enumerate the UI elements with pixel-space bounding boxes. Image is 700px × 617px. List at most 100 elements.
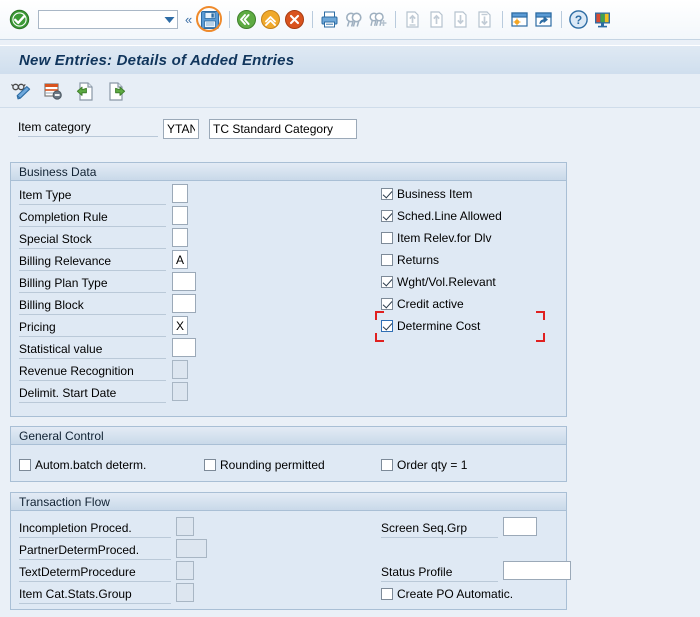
checkbox-box[interactable] xyxy=(381,210,393,222)
print-icon[interactable] xyxy=(319,9,341,31)
checkbox-autom-batch-determ[interactable]: Autom.batch determ. xyxy=(19,458,146,472)
item-category-text-field[interactable] xyxy=(209,119,357,139)
help-icon[interactable]: ? xyxy=(568,9,590,31)
incompletion-proced-field[interactable] xyxy=(176,517,194,536)
checkbox-box[interactable] xyxy=(381,588,393,600)
checkbox-label: Returns xyxy=(397,253,439,267)
last-page-icon[interactable] xyxy=(474,9,496,31)
special-stock-field[interactable] xyxy=(172,228,188,247)
item-category-label: Item category xyxy=(18,120,158,137)
general-control-title: General Control xyxy=(11,427,566,445)
field-label-status-profile: Status Profile xyxy=(381,565,498,582)
display-change-icon[interactable] xyxy=(10,80,32,102)
business-data-group: Business Data Item Type Completion Rule … xyxy=(10,162,567,417)
checkbox-returns[interactable]: Returns xyxy=(381,253,439,267)
checkbox-label: Credit active xyxy=(397,297,464,311)
statistical-value-field[interactable] xyxy=(172,338,196,357)
pricing-field[interactable] xyxy=(172,316,188,335)
partner-determ-proced-field[interactable] xyxy=(176,539,207,558)
field-label-incompletion-proced: Incompletion Proced. xyxy=(19,521,171,538)
field-label-pricing: Pricing xyxy=(19,320,166,337)
checkbox-label: Autom.batch determ. xyxy=(35,458,146,472)
command-field[interactable] xyxy=(38,10,178,29)
checkbox-box[interactable] xyxy=(19,459,31,471)
green-check-icon[interactable] xyxy=(9,9,30,30)
checkbox-box[interactable] xyxy=(204,459,216,471)
checkbox-box[interactable] xyxy=(381,232,393,244)
checkbox-box[interactable] xyxy=(381,254,393,266)
field-label-billing-relevance: Billing Relevance xyxy=(19,254,166,271)
first-page-icon[interactable] xyxy=(402,9,424,31)
checkbox-box[interactable] xyxy=(381,459,393,471)
page-title: New Entries: Details of Added Entries xyxy=(19,52,294,69)
field-label-text-determ-procedure: TextDetermProcedure xyxy=(19,565,171,582)
checkbox-item-relev-for-dlv[interactable]: Item Relev.for Dlv xyxy=(381,231,491,245)
previous-entry-icon[interactable] xyxy=(74,80,96,102)
billing-relevance-field[interactable] xyxy=(172,250,188,269)
screen-seq-grp-field[interactable] xyxy=(503,517,537,536)
previous-page-icon[interactable] xyxy=(426,9,448,31)
next-page-icon[interactable] xyxy=(450,9,472,31)
exit-icon[interactable] xyxy=(260,9,282,31)
checkbox-box[interactable] xyxy=(381,298,393,310)
checkbox-box[interactable] xyxy=(381,320,393,332)
toolbar-separator xyxy=(312,11,313,28)
application-toolbar xyxy=(0,74,700,108)
checkbox-label: Rounding permitted xyxy=(220,458,325,472)
billing-block-field[interactable] xyxy=(172,294,196,313)
status-profile-field[interactable] xyxy=(503,561,571,580)
transaction-flow-title: Transaction Flow xyxy=(11,493,566,511)
completion-rule-field[interactable] xyxy=(172,206,188,225)
checkbox-wght-vol-relevant[interactable]: Wght/Vol.Relevant xyxy=(381,275,496,289)
find-icon[interactable] xyxy=(343,9,365,31)
field-label-completion-rule: Completion Rule xyxy=(19,210,166,227)
find-next-icon[interactable] xyxy=(367,9,389,31)
checkbox-label: Create PO Automatic. xyxy=(397,587,513,601)
checkbox-rounding-permitted[interactable]: Rounding permitted xyxy=(204,458,325,472)
checkbox-credit-active[interactable]: Credit active xyxy=(381,297,464,311)
back-chevron-icon[interactable]: « xyxy=(185,13,192,26)
delimit-start-date-field[interactable] xyxy=(172,382,188,401)
field-label-delimit-start-date: Delimit. Start Date xyxy=(19,386,166,403)
item-cat-stats-group-field[interactable] xyxy=(176,583,194,602)
business-data-body: Item Type Completion Rule Special Stock … xyxy=(11,181,566,415)
toolbar-separator xyxy=(395,11,396,28)
toolbar-separator xyxy=(502,11,503,28)
chevron-down-icon[interactable] xyxy=(161,11,177,28)
field-label-billing-plan-type: Billing Plan Type xyxy=(19,276,166,293)
svg-text:?: ? xyxy=(575,13,582,27)
checkbox-label: Sched.Line Allowed xyxy=(397,209,502,223)
next-entry-icon[interactable] xyxy=(106,80,128,102)
checkbox-box[interactable] xyxy=(381,188,393,200)
item-category-key-field[interactable] xyxy=(163,119,199,139)
checkbox-label: Order qty = 1 xyxy=(397,458,467,472)
field-label-item-type: Item Type xyxy=(19,188,166,205)
cancel-icon[interactable] xyxy=(284,9,306,31)
command-input[interactable] xyxy=(39,11,161,28)
revenue-recognition-field[interactable] xyxy=(172,360,188,379)
main-toolbar: « xyxy=(0,0,700,40)
customize-layout-icon[interactable] xyxy=(592,9,614,31)
create-shortcut-icon[interactable] xyxy=(533,9,555,31)
back-icon[interactable] xyxy=(236,9,258,31)
checkbox-determine-cost[interactable]: Determine Cost xyxy=(381,319,480,333)
checkbox-business-item[interactable]: Business Item xyxy=(381,187,472,201)
billing-plan-type-field[interactable] xyxy=(172,272,196,291)
window-title-bar: New Entries: Details of Added Entries xyxy=(0,45,700,75)
checkbox-sched-line-allowed[interactable]: Sched.Line Allowed xyxy=(381,209,502,223)
transaction-flow-group: Transaction Flow Incompletion Proced. Pa… xyxy=(10,492,567,610)
checkbox-label: Business Item xyxy=(397,187,472,201)
checkbox-box[interactable] xyxy=(381,276,393,288)
general-control-body: Autom.batch determ. Rounding permitted O… xyxy=(11,445,566,480)
delete-entry-icon[interactable] xyxy=(42,80,64,102)
business-data-title: Business Data xyxy=(11,163,566,181)
text-determ-procedure-field[interactable] xyxy=(176,561,194,580)
checkbox-order-qty-1[interactable]: Order qty = 1 xyxy=(381,458,467,472)
field-label-item-cat-stats-group: Item Cat.Stats.Group xyxy=(19,587,171,604)
item-type-field[interactable] xyxy=(172,184,188,203)
save-button[interactable] xyxy=(196,6,224,34)
checkbox-create-po-automatic[interactable]: Create PO Automatic. xyxy=(381,587,513,601)
create-session-icon[interactable] xyxy=(509,9,531,31)
field-label-special-stock: Special Stock xyxy=(19,232,166,249)
toolbar-separator xyxy=(229,11,230,28)
